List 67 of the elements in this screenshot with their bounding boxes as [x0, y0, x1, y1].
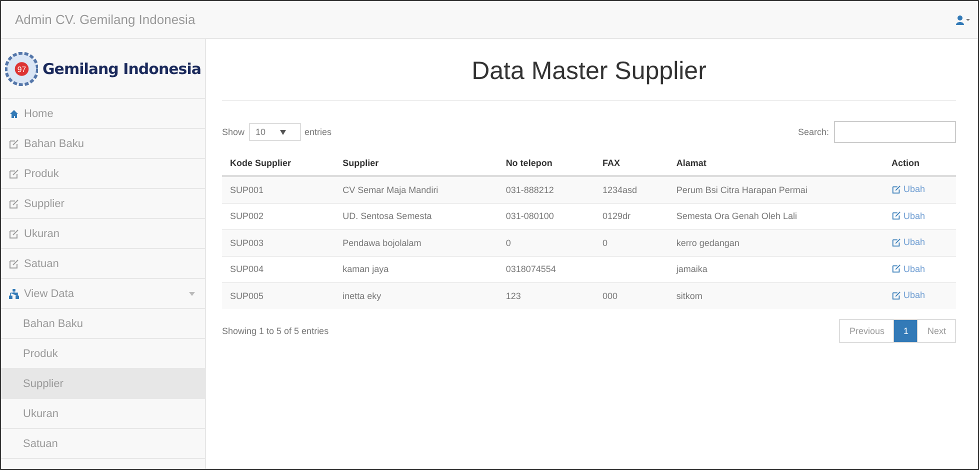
previous-button[interactable]: Previous — [839, 318, 894, 342]
edit-icon — [892, 211, 901, 220]
page-title: Data Master Supplier — [222, 39, 956, 101]
sidebar-item[interactable]: Supplier — [1, 189, 205, 219]
table-cell: 000 — [594, 282, 668, 308]
table-cell: Semesta Ora Genah Oleh Lali — [668, 203, 884, 230]
logo-text: Gemilang Indonesia — [42, 60, 201, 78]
sidebar-item[interactable]: Bahan Baku — [1, 129, 205, 159]
table-cell: kerro gedangan — [668, 230, 884, 256]
edit-link[interactable]: Ubah — [892, 210, 926, 220]
table-cell: CV Semar Maja Mandiri — [334, 176, 498, 203]
sidebar-item[interactable]: View Data — [1, 279, 205, 309]
table-cell: UD. Sentosa Semesta — [334, 203, 498, 230]
sidebar-subitem[interactable]: Bahan Baku — [1, 309, 205, 339]
edit-icon — [892, 290, 901, 300]
table-cell: kaman jaya — [334, 256, 498, 282]
edit-icon — [9, 228, 19, 238]
search-field[interactable] — [834, 121, 956, 143]
entries-label: entries — [304, 127, 332, 137]
sidebar-item[interactable]: Home — [1, 99, 205, 129]
next-button[interactable]: Next — [917, 318, 956, 342]
table-cell: SUP005 — [222, 282, 335, 308]
edit-link[interactable]: Ubah — [892, 237, 926, 247]
sitemap-icon — [9, 288, 19, 298]
sidebar-item[interactable]: Satuan — [1, 249, 205, 279]
user-icon[interactable] — [956, 14, 970, 24]
navbar-brand[interactable]: Admin CV. Gemilang Indonesia — [15, 12, 196, 27]
table-cell: Perum Bsi Citra Harapan Permai — [668, 176, 884, 203]
edit-icon — [9, 138, 19, 148]
table-cell: jamaika — [668, 256, 884, 282]
edit-icon — [892, 184, 901, 194]
entries-select[interactable]: 10 — [248, 123, 301, 141]
sidebar-item[interactable]: Produk — [1, 159, 205, 189]
table-cell: SUP001 — [222, 176, 335, 203]
table-cell: 1234asd — [594, 176, 668, 203]
table-cell: SUP003 — [222, 230, 335, 256]
sidebar-subitem[interactable]: Satuan — [1, 429, 205, 459]
sidebar-subitem[interactable]: Ukuran — [1, 399, 205, 429]
table-cell: 031-080100 — [498, 203, 594, 230]
table-cell: 0 — [594, 230, 668, 256]
table-cell: 031-888212 — [498, 176, 594, 203]
table-cell: sitkom — [668, 282, 884, 308]
table-info: Showing 1 to 5 of 5 entries — [222, 326, 329, 336]
table-cell: 0 — [498, 230, 594, 256]
edit-icon — [892, 264, 901, 273]
sidebar-item[interactable]: Ukuran — [1, 219, 205, 249]
edit-icon — [892, 238, 901, 246]
sidebar-subitem[interactable]: Supplier — [1, 369, 205, 399]
table-cell: 0318074554 — [498, 256, 594, 282]
edit-icon — [9, 198, 19, 208]
edit-link[interactable]: Ubah — [892, 264, 926, 274]
edit-icon — [9, 258, 19, 268]
table-cell: 0129dr — [594, 203, 668, 230]
show-label: Show — [222, 127, 245, 137]
caret-icon — [280, 130, 286, 135]
table-cell: Pendawa bojolalam — [334, 230, 498, 256]
table-cell: SUP004 — [222, 256, 335, 282]
edit-link[interactable]: Ubah — [892, 184, 926, 194]
edit-link[interactable]: Ubah — [892, 290, 926, 300]
table-cell: inetta eky — [334, 282, 498, 308]
table-cell: SUP002 — [222, 203, 335, 230]
logo-emblem: 97 — [5, 52, 38, 86]
search-label: Search: — [798, 127, 829, 137]
home-icon — [9, 108, 19, 118]
table-cell: 123 — [498, 282, 594, 308]
page-button[interactable]: 1 — [893, 318, 918, 342]
edit-icon — [9, 168, 19, 178]
